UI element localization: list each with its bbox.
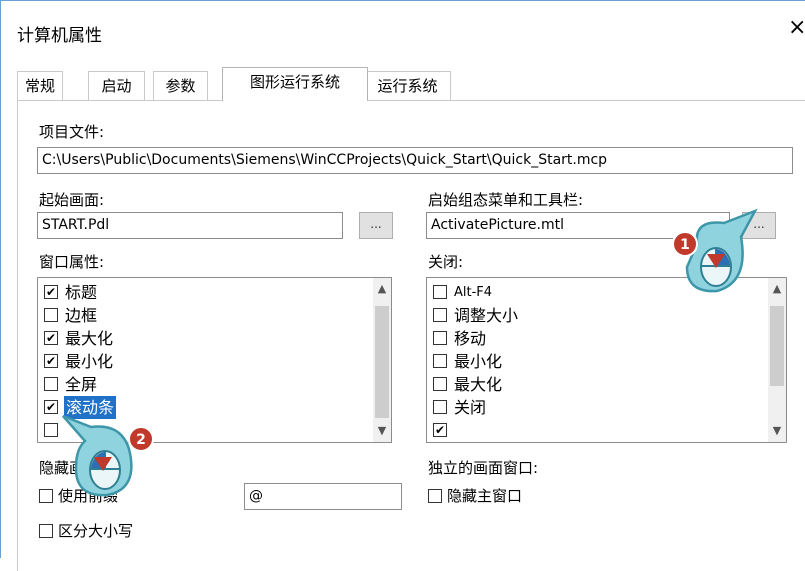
- use-prefix-checkbox[interactable]: [39, 489, 53, 503]
- close-icon[interactable]: ×: [788, 15, 805, 40]
- checkbox[interactable]: ✔: [44, 400, 58, 414]
- hide-main-window-label: 隐藏主窗口: [447, 487, 523, 505]
- project-file-field[interactable]: C:\Users\Public\Documents\Siemens\WinCCP…: [37, 147, 793, 174]
- independent-window-label: 独立的画面窗口:: [428, 459, 539, 477]
- tab-runtime[interactable]: 运行系统: [364, 71, 451, 100]
- vertical-scrollbar[interactable]: ▲ ▼: [768, 278, 786, 442]
- tab-general[interactable]: 常规: [17, 71, 63, 100]
- scroll-up-icon[interactable]: ▲: [373, 280, 391, 298]
- case-sensitive-checkbox[interactable]: [39, 524, 53, 538]
- checkbox[interactable]: [433, 308, 447, 322]
- list-item[interactable]: 最小化: [427, 350, 786, 373]
- hide-main-window-checkbox[interactable]: [428, 489, 442, 503]
- checkbox[interactable]: [433, 400, 447, 414]
- checkbox[interactable]: [433, 377, 447, 391]
- scroll-down-icon[interactable]: ▼: [373, 422, 391, 440]
- checkbox[interactable]: ✔: [44, 354, 58, 368]
- callout-1-number: 1: [680, 237, 690, 253]
- list-item[interactable]: ✔ 最大化: [38, 327, 391, 350]
- list-item[interactable]: 关闭: [427, 396, 786, 419]
- tab-strip: 常规 启动 参数 图形运行系统 运行系统: [17, 67, 805, 101]
- scroll-thumb[interactable]: [375, 306, 389, 418]
- mouse-click-callout-2: 2: [62, 414, 154, 497]
- mouse-click-callout-1: 1: [672, 208, 758, 293]
- scroll-down-icon[interactable]: ▼: [768, 422, 786, 440]
- checkbox[interactable]: [44, 377, 58, 391]
- callout-2-number: 2: [136, 432, 146, 448]
- checkbox[interactable]: [44, 308, 58, 322]
- tab-startup[interactable]: 启动: [88, 71, 145, 100]
- checkbox[interactable]: [433, 331, 447, 345]
- tab-graphics-runtime[interactable]: 图形运行系统: [222, 67, 368, 101]
- window-attributes-label: 窗口属性:: [39, 253, 105, 271]
- list-item[interactable]: 移动: [427, 327, 786, 350]
- start-screen-browse-button[interactable]: ...: [359, 212, 393, 239]
- scroll-thumb[interactable]: [770, 306, 784, 386]
- checkbox[interactable]: [44, 423, 58, 437]
- start-screen-field[interactable]: START.Pdl: [37, 212, 343, 239]
- list-item[interactable]: ✔: [427, 419, 786, 442]
- vertical-scrollbar[interactable]: ▲ ▼: [373, 278, 391, 442]
- project-file-label: 项目文件:: [39, 123, 105, 141]
- list-item[interactable]: 调整大小: [427, 304, 786, 327]
- close-options-label: 关闭:: [428, 253, 464, 271]
- checkbox[interactable]: ✔: [44, 285, 58, 299]
- case-sensitive-label: 区分大小写: [58, 522, 134, 540]
- start-screen-label: 起始画面:: [39, 191, 105, 209]
- list-item[interactable]: ✔ 最小化: [38, 350, 391, 373]
- dialog-title: 计算机属性: [17, 26, 102, 46]
- computer-properties-dialog: 计算机属性 × 常规 启动 参数 图形运行系统 运行系统 项目文件: C:\Us…: [0, 0, 805, 571]
- scroll-up-icon[interactable]: ▲: [768, 280, 786, 298]
- list-item[interactable]: 边框: [38, 304, 391, 327]
- prefix-field[interactable]: @: [244, 483, 402, 510]
- start-menu-label: 启始组态菜单和工具栏:: [428, 191, 584, 209]
- checkbox[interactable]: ✔: [44, 331, 58, 345]
- list-item[interactable]: 全屏: [38, 373, 391, 396]
- tab-parameters[interactable]: 参数: [153, 71, 208, 100]
- checkbox[interactable]: [433, 354, 447, 368]
- list-item[interactable]: ✔ 标题: [38, 281, 391, 304]
- checkbox[interactable]: [433, 285, 447, 299]
- list-item[interactable]: 最大化: [427, 373, 786, 396]
- checkbox[interactable]: ✔: [433, 423, 447, 437]
